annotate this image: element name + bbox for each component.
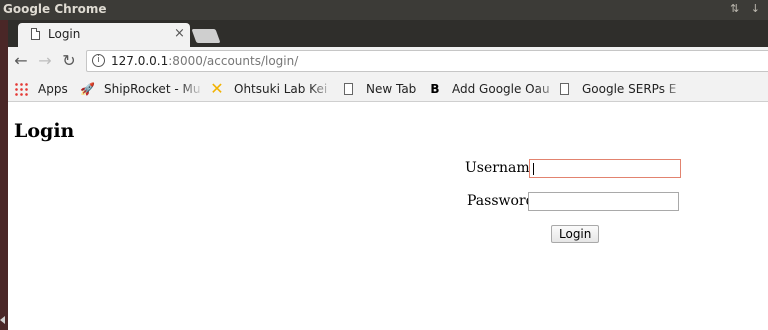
url-path: :8000/accounts/login/ [168, 54, 299, 68]
bookmark-label: ShipRocket - Mu [104, 82, 201, 96]
bookmark-label: Apps [38, 82, 68, 96]
bookmark-ohtsuki-lab[interactable]: ✕ Ohtsuki Lab Kei [210, 80, 334, 98]
bookmark-shiprocket[interactable]: 🚀 ShipRocket - Mu [80, 80, 204, 98]
launcher-arrow-icon [0, 316, 5, 324]
reload-button[interactable]: ↻ [60, 52, 78, 70]
bookmark-label: Google SERPs E [582, 82, 677, 96]
system-tray-icon[interactable]: ⇅ ↓ [730, 2, 764, 15]
back-button[interactable]: ← [12, 52, 30, 70]
bookmark-label: New Tab [366, 82, 417, 96]
new-tab-button[interactable] [191, 29, 221, 43]
forward-button[interactable]: → [36, 52, 54, 70]
bookmarks-bar: Apps 🚀 ShipRocket - Mu ✕ Ohtsuki Lab Kei… [8, 76, 768, 102]
os-title-bar: Google Chrome ⇅ ↓ [0, 0, 768, 20]
page-icon [560, 83, 569, 95]
page-content: Login Username: Password: Login [8, 102, 768, 330]
bookmark-google-serps[interactable]: Google SERPs E [558, 80, 688, 98]
desktop-edge [0, 20, 8, 330]
address-bar[interactable]: i 127.0.0.1:8000/accounts/login/ [86, 50, 768, 72]
text-cursor [533, 163, 534, 175]
page-icon [344, 83, 353, 95]
browser-toolbar: ← → ↻ i 127.0.0.1:8000/accounts/login/ [8, 47, 768, 76]
apps-grid-icon [14, 82, 28, 96]
url-host: 127.0.0.1 [111, 54, 169, 68]
tab-strip: Login × [8, 20, 768, 47]
page-icon [31, 28, 40, 40]
x-mark-icon: ✕ [210, 80, 224, 98]
login-button[interactable]: Login [551, 225, 600, 243]
tab-login[interactable]: Login × [18, 23, 190, 47]
tab-title: Login [48, 27, 81, 41]
bookmark-label: Ohtsuki Lab Kei [234, 82, 328, 96]
url-text[interactable]: 127.0.0.1:8000/accounts/login/ [111, 54, 298, 68]
b-letter-icon: B [430, 82, 440, 96]
bookmark-add-google-oauth[interactable]: B Add Google Oau [428, 80, 562, 98]
bookmark-new-tab[interactable]: New Tab [342, 80, 416, 98]
username-input[interactable] [529, 159, 681, 178]
rocket-icon: 🚀 [80, 82, 95, 96]
password-input[interactable] [528, 192, 679, 211]
bookmark-label: Add Google Oau [452, 82, 550, 96]
close-tab-icon[interactable]: × [174, 26, 185, 41]
page-title: Login [14, 120, 75, 142]
window-title: Google Chrome [3, 2, 107, 16]
bookmark-apps[interactable]: Apps [14, 80, 68, 98]
site-info-icon[interactable]: i [92, 54, 105, 67]
